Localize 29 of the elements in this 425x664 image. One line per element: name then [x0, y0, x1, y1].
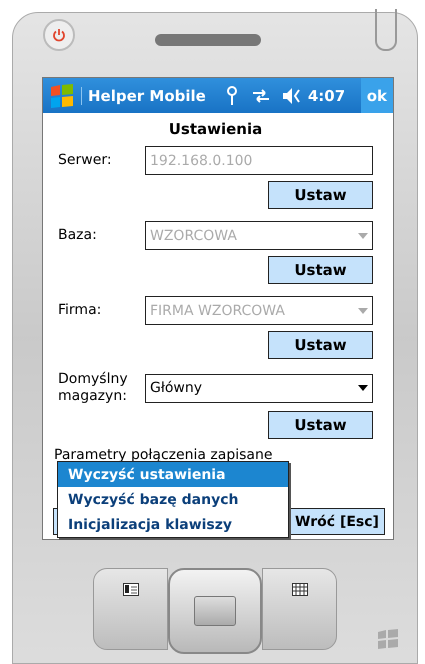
sync-arrows-icon [252, 88, 270, 104]
windows-logo-icon [377, 629, 399, 649]
speaker-icon [282, 86, 302, 104]
dropdown-caret-icon [358, 385, 368, 391]
dropdown-caret-icon [358, 232, 368, 238]
clock-time: 4:07 [308, 86, 346, 104]
antenna-icon [226, 86, 238, 106]
select-key[interactable] [194, 596, 236, 626]
calendar-grid-icon [292, 583, 308, 596]
field-label: Serwer: [58, 152, 113, 169]
field-label: Domyślny magazyn: [58, 371, 129, 405]
navigation-pad[interactable] [168, 568, 262, 654]
status-message: Parametry połączenia zapisane [54, 447, 274, 463]
dropdown-field[interactable]: Główny [145, 374, 373, 402]
back-button[interactable]: Wróć [Esc] [289, 508, 385, 535]
start-flag-icon[interactable] [49, 84, 75, 108]
power-button[interactable] [43, 19, 75, 51]
dropdown-caret-icon [358, 308, 368, 314]
stylus-slot [375, 9, 397, 51]
field-label: Baza: [58, 227, 98, 244]
calendar-hardware-key[interactable] [262, 568, 337, 650]
field-label: Firma: [58, 302, 102, 319]
power-icon [52, 28, 66, 42]
app-title: Helper Mobile [81, 86, 206, 104]
menu-item[interactable]: Wyczyść ustawienia [58, 462, 288, 487]
set-button[interactable]: Ustaw [268, 411, 373, 439]
contacts-hardware-key[interactable] [93, 568, 168, 650]
contact-card-icon [122, 583, 138, 596]
page-heading: Ustawienia [168, 120, 264, 138]
